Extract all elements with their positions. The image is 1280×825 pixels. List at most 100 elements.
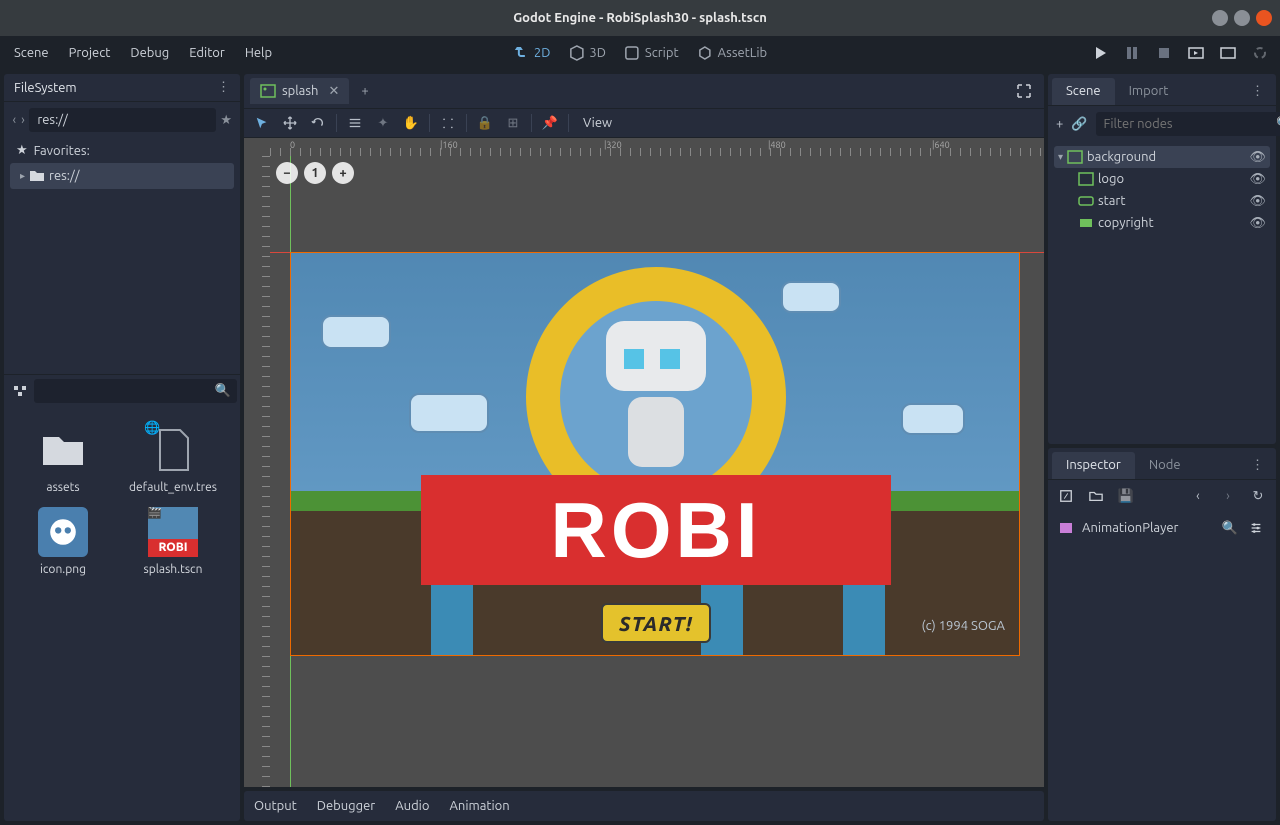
copyright-label: (c) 1994 SOGA <box>922 619 1005 633</box>
texturerect-icon <box>1067 149 1083 165</box>
history-forward-icon[interactable]: › <box>1218 486 1238 506</box>
menu-editor[interactable]: Editor <box>189 46 225 60</box>
start-button[interactable]: START! <box>601 603 711 643</box>
menu-help[interactable]: Help <box>245 46 272 60</box>
settings-icon[interactable] <box>1246 518 1266 538</box>
close-button[interactable] <box>1256 10 1272 26</box>
filesystem-search-input[interactable] <box>34 379 237 403</box>
search-icon[interactable]: 🔍 <box>1222 521 1238 536</box>
file-item-default-env[interactable]: 🌐 default_env.tres <box>124 425 222 495</box>
add-tab-icon[interactable]: + <box>353 80 376 102</box>
panel-menu-icon[interactable]: ⋮ <box>1243 452 1272 479</box>
scene-canvas[interactable]: ROBI START! (c) 1994 SOGA <box>290 252 1020 656</box>
viewport-canvas[interactable]: 0 |160 |320 |480 |640 − 1 + <box>244 138 1044 787</box>
snap-grid-icon[interactable]: ⸬ <box>438 113 458 133</box>
node-background[interactable]: ▾ background 👁 <box>1054 146 1270 168</box>
link-icon[interactable]: 🔗 <box>1071 114 1087 134</box>
visibility-icon[interactable]: 👁 <box>1249 172 1266 187</box>
menu-debug[interactable]: Debug <box>130 46 169 60</box>
disk-icon[interactable]: 💾 <box>1116 486 1136 506</box>
folder-icon <box>38 425 88 475</box>
cloud-sprite <box>781 281 841 313</box>
pause-icon[interactable] <box>1124 45 1140 61</box>
viewport-toolbar: ✦ ✋ ⸬ 🔒 ⊞ 📌 View <box>244 108 1044 138</box>
zoom-out-button[interactable]: − <box>276 162 298 184</box>
scene-tab[interactable]: splash ✕ <box>250 78 349 104</box>
pan-tool-icon[interactable]: ✋ <box>401 113 421 133</box>
main-layout: FileSystem ⋮ ‹ › ★ ★ Favorites: ▸ res:// <box>0 70 1280 825</box>
view-menu[interactable]: View <box>577 116 618 130</box>
minimize-button[interactable] <box>1212 10 1228 26</box>
favorite-icon[interactable]: ★ <box>220 108 232 132</box>
tab-animation[interactable]: Animation <box>449 799 509 813</box>
open-resource-icon[interactable] <box>1086 486 1106 506</box>
file-item-splash-tscn[interactable]: ROBI 🎬 splash.tscn <box>124 507 222 577</box>
panel-menu-icon[interactable]: ⋮ <box>217 80 230 95</box>
menu-project[interactable]: Project <box>69 46 111 60</box>
save-resource-icon[interactable] <box>1056 486 1076 506</box>
tab-node[interactable]: Node <box>1135 452 1195 479</box>
tab-inspector[interactable]: Inspector <box>1052 452 1135 479</box>
play-scene-icon[interactable] <box>1188 45 1204 61</box>
node-logo[interactable]: logo 👁 <box>1054 168 1270 190</box>
tree-mode-icon[interactable] <box>12 381 28 401</box>
workspace-2d[interactable]: 2D <box>513 45 551 61</box>
menu-scene[interactable]: Scene <box>14 46 49 60</box>
tree-root[interactable]: ▸ res:// <box>10 163 234 189</box>
panel-menu-icon[interactable]: ⋮ <box>1243 78 1272 105</box>
play-icon[interactable] <box>1092 45 1108 61</box>
spinner-icon <box>1252 45 1268 61</box>
history-back-icon[interactable]: ‹ <box>1188 486 1208 506</box>
texturebutton-icon <box>1078 193 1094 209</box>
search-icon: 🔍 <box>215 383 231 398</box>
workspace-assetlib[interactable]: AssetLib <box>697 45 768 61</box>
maximize-button[interactable] <box>1234 10 1250 26</box>
logo-banner: ROBI <box>421 475 891 585</box>
nav-forward-icon[interactable]: › <box>21 108 26 132</box>
workspace-script[interactable]: Script <box>624 45 679 61</box>
tab-import[interactable]: Import <box>1115 78 1183 105</box>
chevron-down-icon: ▾ <box>1058 151 1063 163</box>
node-start[interactable]: start 👁 <box>1054 190 1270 212</box>
close-icon[interactable]: ✕ <box>328 84 339 99</box>
cloud-sprite <box>321 315 391 349</box>
nav-back-icon[interactable]: ‹ <box>12 108 17 132</box>
file-item-icon-png[interactable]: icon.png <box>14 507 112 577</box>
play-custom-icon[interactable] <box>1220 45 1236 61</box>
move-tool-icon[interactable] <box>280 113 300 133</box>
tab-audio[interactable]: Audio <box>395 799 429 813</box>
file-item-assets[interactable]: assets <box>14 425 112 495</box>
path-input[interactable] <box>29 108 216 132</box>
rotate-tool-icon[interactable] <box>308 113 328 133</box>
inspector-object-row[interactable]: AnimationPlayer 🔍 <box>1048 512 1276 544</box>
filter-nodes-input[interactable] <box>1096 112 1280 136</box>
visibility-icon[interactable]: 👁 <box>1249 216 1266 231</box>
snap-options-icon[interactable]: ✦ <box>373 113 393 133</box>
tab-debugger[interactable]: Debugger <box>317 799 375 813</box>
bone-icon[interactable]: 📌 <box>540 113 560 133</box>
group-icon[interactable]: ⊞ <box>503 113 523 133</box>
distraction-free-icon[interactable] <box>1014 81 1034 101</box>
select-tool-icon[interactable] <box>252 113 272 133</box>
script-icon <box>624 45 640 61</box>
tab-scene[interactable]: Scene <box>1052 78 1115 105</box>
stop-icon[interactable] <box>1156 45 1172 61</box>
menubar: Scene Project Debug Editor Help 2D 3D Sc… <box>0 36 1280 70</box>
assetlib-icon <box>697 45 713 61</box>
folder-icon <box>29 168 45 184</box>
zoom-reset-button[interactable]: 1 <box>304 162 326 184</box>
scene-tree: ▾ background 👁 logo 👁 start 👁 <box>1048 142 1276 238</box>
visibility-icon[interactable]: 👁 <box>1249 194 1266 209</box>
snap-list-icon[interactable] <box>345 113 365 133</box>
window-title: Godot Engine - RobiSplash30 - splash.tsc… <box>0 11 1280 25</box>
workspace-3d[interactable]: 3D <box>568 45 606 61</box>
history-icon[interactable]: ↻ <box>1248 486 1268 506</box>
main-menu: Scene Project Debug Editor Help <box>14 46 272 60</box>
node-copyright[interactable]: copyright 👁 <box>1054 212 1270 234</box>
zoom-in-button[interactable]: + <box>332 162 354 184</box>
add-node-icon[interactable]: + <box>1056 114 1063 134</box>
lock-icon[interactable]: 🔒 <box>475 113 495 133</box>
tab-output[interactable]: Output <box>254 799 297 813</box>
visibility-icon[interactable]: 👁 <box>1249 150 1266 165</box>
cloud-sprite <box>901 403 965 435</box>
